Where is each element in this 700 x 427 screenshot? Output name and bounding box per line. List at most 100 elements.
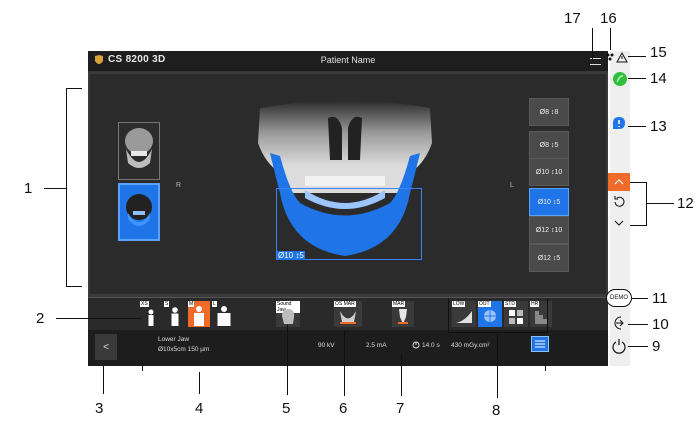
bracket-1-bottom: [66, 286, 82, 287]
scroll-up-button[interactable]: [608, 173, 630, 191]
image-mode-low[interactable]: LOW: [452, 301, 476, 327]
image-mode-std[interactable]: STD: [504, 301, 528, 327]
small-figure-icon: [171, 307, 179, 326]
patient-size-xs[interactable]: XS: [140, 301, 162, 327]
callout-13: 13: [650, 118, 667, 135]
leader-10: [628, 324, 648, 325]
fov-button-label: Ø12 ↕10: [535, 226, 563, 234]
bracket-1-top: [66, 88, 82, 89]
leader-4a: [142, 360, 143, 371]
xray-thumbnail[interactable]: [118, 122, 160, 180]
connection-dots-icon: [606, 53, 614, 61]
patient-size-selector: XS S M L: [140, 301, 236, 327]
callout-3: 3: [95, 400, 104, 417]
leader-12: [646, 203, 674, 204]
bracket-8-right: [547, 298, 548, 332]
exit-icon[interactable]: [611, 315, 627, 331]
callout-9: 9: [652, 338, 661, 355]
fov-region-label: Ø10 ↕5: [277, 251, 305, 260]
side-left-label: L: [510, 182, 514, 189]
leader-15: [628, 56, 646, 57]
ortho-mar-button[interactable]: OS MAR: [334, 301, 362, 327]
leader-1: [44, 188, 66, 189]
fov-button[interactable]: Ø10 ↕5: [529, 188, 569, 216]
leader-3: [103, 366, 104, 394]
back-button[interactable]: <: [95, 334, 117, 360]
leader-4: [199, 372, 200, 394]
image-mode-out[interactable]: OUT: [478, 301, 502, 327]
demo-button[interactable]: DEMO: [606, 289, 632, 307]
power-icon[interactable]: [611, 338, 627, 354]
notification-icon[interactable]: [612, 116, 626, 130]
restore-icon[interactable]: [612, 195, 626, 209]
fov-button[interactable]: Ø8 ↕5: [529, 131, 569, 159]
fov-button-label: Ø8 ↕8: [539, 108, 559, 116]
bracket-1-vertical: [66, 88, 67, 287]
grid-circle-icon: [484, 310, 496, 322]
large-figure-icon: [217, 306, 231, 326]
callout-11: 11: [652, 290, 668, 307]
dose-value: 430 mGy.cm²: [451, 342, 490, 349]
medium-figure-icon: [194, 306, 204, 326]
back-chevron-icon: <: [103, 341, 109, 353]
callout-4: 4: [195, 400, 204, 417]
fov-button[interactable]: Ø8 ↕8: [529, 98, 569, 126]
leader-16: [610, 28, 611, 50]
warning-icon[interactable]: [616, 52, 628, 63]
fov-button-label: Ø10 ↕5: [537, 198, 561, 206]
xray-skull-icon: [125, 128, 153, 168]
image-mode-hr[interactable]: HR: [530, 301, 552, 327]
demo-label: DEMO: [610, 295, 628, 301]
region-name: Lower Jaw: [158, 336, 190, 343]
head-jaw-icon: [126, 194, 152, 226]
patient-size-xs-label: XS: [140, 301, 149, 307]
callout-1: 1: [24, 180, 33, 197]
fov-button-label: Ø12 ↕5: [537, 254, 561, 262]
patient-size-m[interactable]: M: [188, 301, 210, 327]
leader-status-right: [545, 360, 546, 371]
fov-button-label: Ø10 ↕10: [535, 168, 563, 176]
leader-11: [632, 298, 648, 299]
settings-button[interactable]: [531, 336, 549, 352]
sliders-icon: [535, 340, 545, 348]
leader-2: [56, 318, 142, 319]
status-ok-icon[interactable]: [612, 71, 628, 87]
image-mode-selector: LOW OUT STD HR: [452, 301, 552, 327]
patient-size-l[interactable]: L: [212, 301, 236, 327]
callout-16: 16: [600, 10, 617, 27]
callout-2: 2: [36, 310, 45, 327]
implant-mar-button[interactable]: MAR: [392, 301, 414, 327]
grid-icon: [509, 310, 523, 324]
fov-button-label: Ø8 ↕5: [539, 141, 559, 149]
kv-value: 90 kV: [318, 342, 335, 349]
leader-8: [497, 332, 498, 398]
region-detail: Ø10x5cm 150 µm: [158, 346, 210, 353]
callout-15: 15: [650, 44, 667, 61]
fov-region-box[interactable]: [276, 188, 422, 260]
fov-button[interactable]: Ø10 ↕10: [529, 158, 569, 186]
leader-7: [401, 354, 402, 396]
leader-14: [628, 78, 646, 79]
leader-6: [344, 330, 345, 396]
leader-13: [628, 126, 646, 127]
chevron-up-icon: [614, 179, 624, 185]
patient-size-s[interactable]: S: [164, 301, 186, 327]
bracket-8-left: [448, 298, 449, 332]
patient-avatar-thumbnail[interactable]: [118, 183, 160, 241]
fov-button[interactable]: Ø12 ↕10: [529, 216, 569, 244]
callout-10: 10: [652, 316, 669, 333]
profile-head-icon: [282, 309, 295, 324]
callout-8: 8: [492, 402, 501, 419]
image-mode-out-label: OUT: [478, 301, 491, 307]
leader-5: [287, 325, 288, 395]
patient-name: Patient Name: [320, 55, 376, 65]
leader-17: [592, 28, 593, 60]
side-right-label: R: [176, 182, 182, 189]
fov-button[interactable]: Ø12 ↕5: [529, 244, 569, 272]
tooth-implant-icon: [398, 309, 408, 324]
chevron-down-icon[interactable]: [614, 220, 624, 227]
bracket-8-bottom: [448, 332, 548, 333]
bracket-12-bottom: [630, 225, 646, 226]
callout-5: 5: [282, 400, 291, 417]
sound-jaw-button[interactable]: Sound Jaw: [276, 301, 300, 327]
